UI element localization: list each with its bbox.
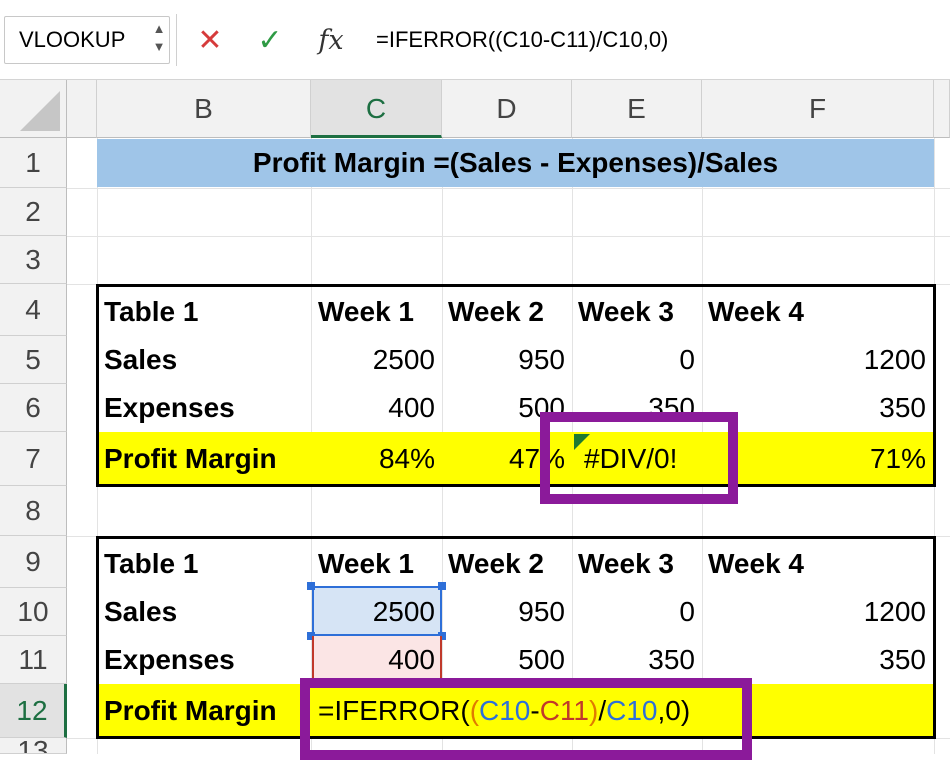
gridline	[67, 188, 950, 189]
table-2-cell[interactable]: 500	[442, 636, 565, 684]
row-header-9[interactable]: 9	[0, 536, 67, 588]
row-header-11[interactable]: 11	[0, 636, 67, 684]
formula-bar-divider	[176, 14, 177, 66]
table-1-cell[interactable]: 2500	[311, 336, 435, 384]
row-header-8[interactable]: 8	[0, 486, 67, 536]
column-header-a[interactable]	[67, 80, 97, 138]
enter-icon[interactable]: ✓	[250, 22, 290, 60]
row-header-3[interactable]: 3	[0, 236, 67, 284]
table-1-header[interactable]: Week 1	[318, 284, 414, 336]
cancel-icon[interactable]: ✕	[190, 22, 230, 60]
table-2-cell[interactable]: 0	[572, 588, 695, 636]
table-2-cell[interactable]: 400	[311, 636, 435, 684]
column-header-f[interactable]: F	[702, 80, 934, 138]
table-1-cell[interactable]: 84%	[311, 432, 435, 486]
row-header-7[interactable]: 7	[0, 432, 67, 486]
table-1-row-label[interactable]: Sales	[104, 336, 177, 384]
column-header-e[interactable]: E	[572, 80, 702, 138]
table-1-header[interactable]: Table 1	[104, 284, 198, 336]
table-2-cell[interactable]: 350	[572, 636, 695, 684]
column-header-g[interactable]	[934, 80, 950, 138]
row-header-12[interactable]: 12	[0, 684, 67, 738]
table-2-header[interactable]: Week 1	[318, 536, 414, 588]
table-1-header[interactable]: Week 4	[708, 284, 804, 336]
table-2-header[interactable]: Week 4	[708, 536, 804, 588]
formula-highlight-box	[300, 678, 752, 760]
table-2-cell[interactable]: 350	[702, 636, 926, 684]
table-2-row-label[interactable]: Profit Margin	[104, 684, 277, 738]
table-2-header[interactable]: Week 2	[448, 536, 544, 588]
gridline	[67, 236, 950, 237]
name-box[interactable]: VLOOKUP	[4, 16, 170, 64]
title-cell[interactable]: Profit Margin =(Sales - Expenses)/Sales	[97, 139, 934, 187]
table-1-row-label[interactable]: Profit Margin	[104, 432, 277, 486]
table-2-header[interactable]: Table 1	[104, 536, 198, 588]
table-1-cell[interactable]: 400	[311, 384, 435, 432]
table-2-row-label[interactable]: Sales	[104, 588, 177, 636]
table-2-cell[interactable]: 950	[442, 588, 565, 636]
table-2-row-label[interactable]: Expenses	[104, 636, 235, 684]
row-header-5[interactable]: 5	[0, 336, 67, 384]
table-1-cell[interactable]: 950	[442, 336, 565, 384]
row-header-4[interactable]: 4	[0, 284, 67, 336]
table-1-cell[interactable]: 1200	[702, 336, 926, 384]
row-header-2[interactable]: 2	[0, 188, 67, 236]
column-header-d[interactable]: D	[442, 80, 572, 138]
error-highlight-box	[540, 412, 738, 504]
table-1-header[interactable]: Week 2	[448, 284, 544, 336]
row-header-10[interactable]: 10	[0, 588, 67, 636]
table-2-header[interactable]: Week 3	[578, 536, 674, 588]
table-1-header[interactable]: Week 3	[578, 284, 674, 336]
table-1-row-label[interactable]: Expenses	[104, 384, 235, 432]
column-header-c[interactable]: C	[311, 80, 442, 138]
table-1-cell[interactable]: 0	[572, 336, 695, 384]
fx-icon[interactable]: fx	[308, 22, 354, 60]
row-header-13[interactable]: 13	[0, 738, 67, 754]
name-box-spinner-icon[interactable]: ▲ ▼	[150, 20, 168, 60]
column-header-b[interactable]: B	[97, 80, 311, 138]
table-2-cell[interactable]: 2500	[311, 588, 435, 636]
select-all-triangle-icon	[20, 91, 60, 131]
row-header-6[interactable]: 6	[0, 384, 67, 432]
select-all-corner[interactable]	[0, 80, 67, 138]
table-2-cell[interactable]: 1200	[702, 588, 926, 636]
formula-input[interactable]: =IFERROR((C10-C11)/C10,0)	[376, 16, 668, 64]
row-header-1[interactable]: 1	[0, 138, 67, 188]
